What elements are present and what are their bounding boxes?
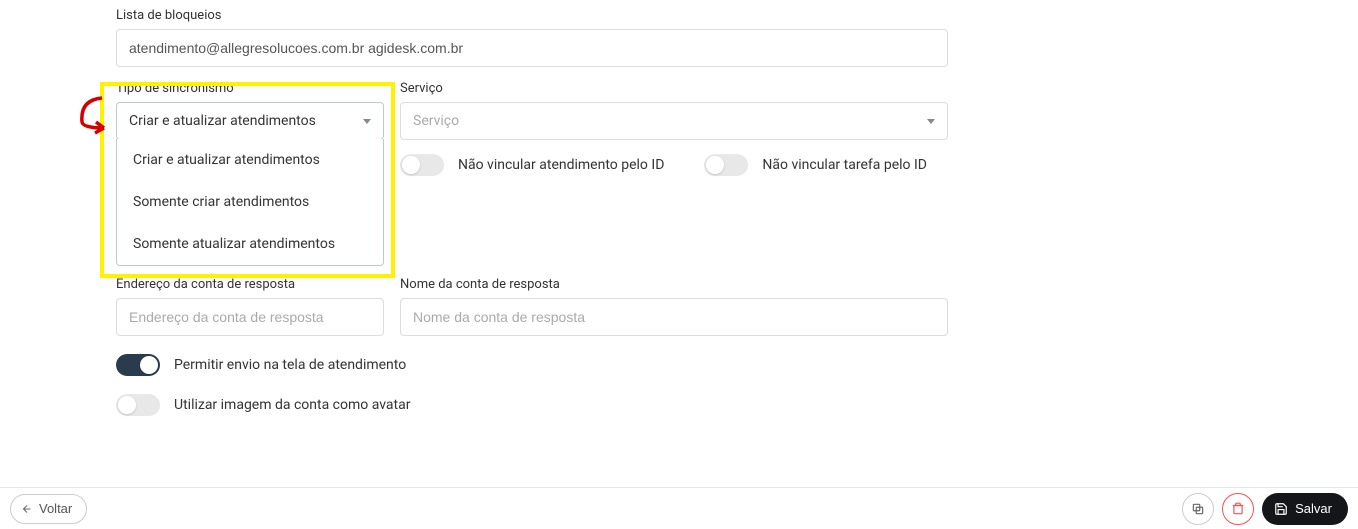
toggle-no-link-task-id[interactable] — [704, 154, 748, 176]
trash-icon — [1231, 502, 1245, 516]
save-icon — [1274, 502, 1288, 516]
reply-name-label: Nome da conta de resposta — [400, 277, 948, 292]
sync-type-option[interactable]: Somente criar atendimentos — [117, 181, 383, 223]
toggle-use-avatar-label: Utilizar imagem da conta como avatar — [174, 397, 410, 413]
chevron-down-icon — [927, 119, 935, 124]
service-placeholder: Serviço — [413, 113, 459, 129]
service-select[interactable]: Serviço — [400, 102, 948, 140]
sync-type-selected: Criar e atualizar atendimentos — [129, 113, 316, 129]
reply-address-input[interactable] — [116, 298, 384, 336]
toggle-allow-send[interactable] — [116, 354, 160, 376]
sync-type-select[interactable]: Criar e atualizar atendimentos — [116, 102, 384, 140]
toggle-no-link-id-label: Não vincular atendimento pelo ID — [458, 157, 664, 173]
delete-button[interactable] — [1222, 493, 1254, 525]
blocklist-label: Lista de bloqueios — [116, 8, 1242, 23]
footer-bar: Voltar Salvar — [0, 487, 1358, 529]
blocklist-input[interactable] — [116, 29, 948, 67]
arrow-left-icon — [21, 503, 33, 515]
sync-type-label: Tipo de sincronismo — [116, 81, 400, 96]
save-button-label: Salvar — [1295, 501, 1332, 516]
back-button-label: Voltar — [39, 501, 72, 516]
reply-name-input[interactable] — [400, 298, 948, 336]
copy-button[interactable] — [1182, 493, 1214, 525]
toggle-no-link-task-id-label: Não vincular tarefa pelo ID — [762, 157, 927, 173]
copy-icon — [1191, 502, 1205, 516]
chevron-down-icon — [363, 119, 371, 124]
sync-type-dropdown: Criar e atualizar atendimentos Somente c… — [116, 139, 384, 266]
service-label: Serviço — [400, 81, 1242, 96]
toggle-allow-send-label: Permitir envio na tela de atendimento — [174, 357, 406, 373]
toggle-use-avatar[interactable] — [116, 394, 160, 416]
back-button[interactable]: Voltar — [10, 494, 87, 524]
toggle-no-link-id[interactable] — [400, 154, 444, 176]
sync-type-option[interactable]: Somente atualizar atendimentos — [117, 223, 383, 265]
save-button[interactable]: Salvar — [1262, 493, 1348, 525]
reply-address-label: Endereço da conta de resposta — [116, 277, 384, 292]
sync-type-option[interactable]: Criar e atualizar atendimentos — [117, 139, 383, 181]
